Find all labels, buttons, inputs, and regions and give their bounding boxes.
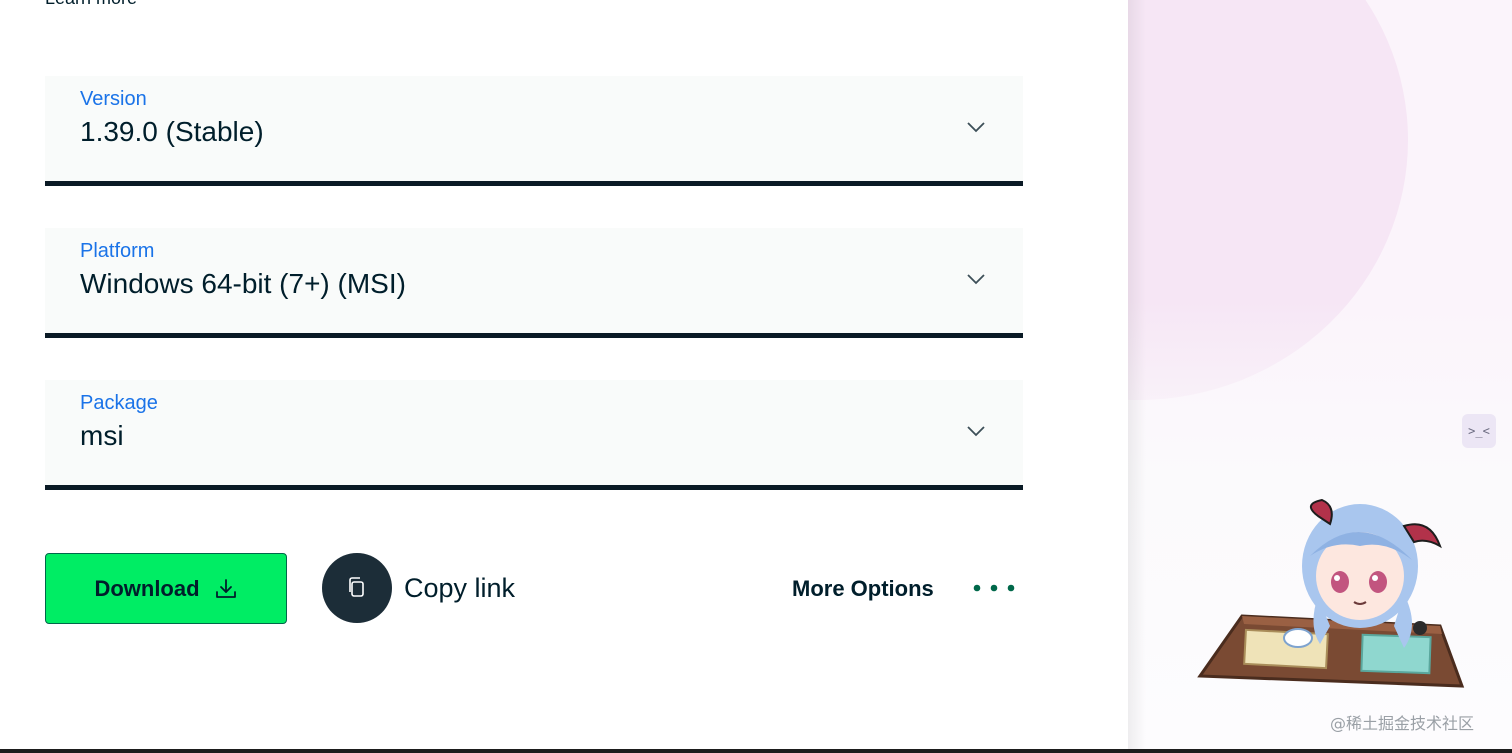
learn-more-link[interactable]: Learn more <box>45 0 137 9</box>
copy-link-button[interactable] <box>322 553 392 623</box>
floating-tool-button[interactable]: >_< <box>1462 414 1496 448</box>
version-select[interactable]: Version 1.39.0 (Stable) <box>45 76 1023 186</box>
version-value: 1.39.0 (Stable) <box>80 116 264 147</box>
chevron-down-icon <box>967 426 985 437</box>
bottom-bar <box>0 749 1512 753</box>
version-label: Version <box>80 88 147 110</box>
platform-label: Platform <box>80 240 155 262</box>
package-label: Package <box>80 392 158 414</box>
chevron-down-icon <box>967 274 985 285</box>
panel-shadow <box>1128 0 1146 753</box>
platform-select[interactable]: Platform Windows 64-bit (7+) (MSI) <box>45 228 1023 338</box>
more-options-link[interactable]: More Options <box>792 576 934 602</box>
more-dots-icon[interactable] <box>972 582 1016 594</box>
download-icon <box>215 578 236 598</box>
platform-value: Windows 64-bit (7+) (MSI) <box>80 268 406 299</box>
chevron-down-icon <box>967 122 985 133</box>
watermark-text: @稀土掘金技术社区 <box>1330 714 1475 733</box>
download-button[interactable]: Download <box>45 553 287 624</box>
floating-tool-glyph: >_< <box>1468 424 1490 438</box>
download-label: Download <box>94 575 200 601</box>
download-card: Learn more Version 1.39.0 (Stable) Platf… <box>0 0 1128 753</box>
package-select[interactable]: Package msi <box>45 380 1023 490</box>
copy-link-label[interactable]: Copy link <box>404 573 515 604</box>
mascot-illustration <box>1197 498 1465 688</box>
package-value: msi <box>80 420 124 451</box>
copy-icon <box>349 577 364 597</box>
